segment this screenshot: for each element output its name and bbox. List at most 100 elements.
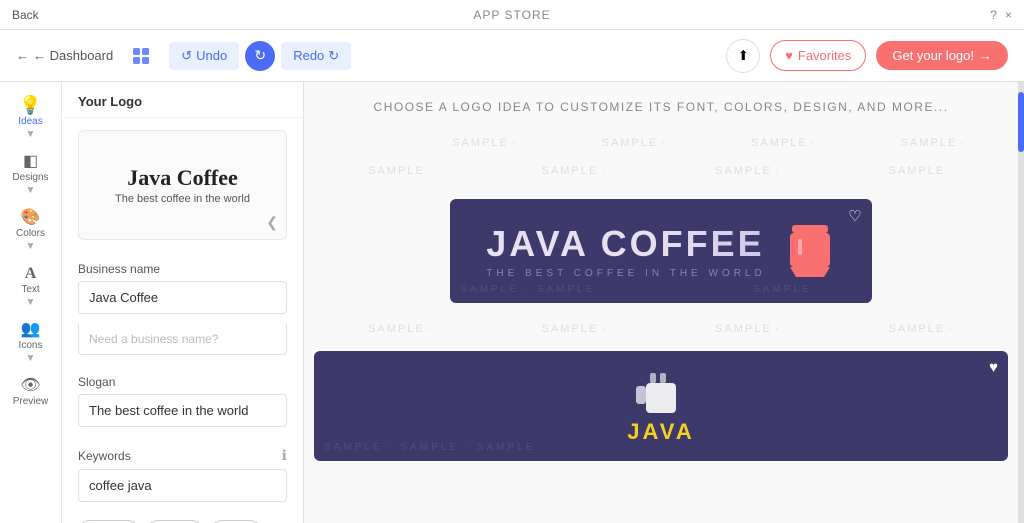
text-icon: A	[25, 266, 37, 282]
undo-button[interactable]: ↺ Undo	[169, 42, 239, 70]
dashboard-label: ← Dashboard	[33, 48, 113, 63]
sidebar-icons: 💡 Ideas ▼ ◧ Designs ▼ 🎨 Colors ▼ A Text …	[0, 82, 62, 523]
slogan-section: Slogan	[62, 365, 303, 437]
sample-item: SAMPLE ·	[751, 137, 816, 149]
logo-preview-title: Java Coffee	[127, 165, 238, 191]
colors-label: Colors	[16, 228, 45, 239]
content-area[interactable]: CHOOSE A LOGO IDEA TO CUSTOMIZE ITS FONT…	[304, 82, 1018, 523]
colors-arrow: ▼	[26, 241, 36, 252]
icons-arrow: ▼	[26, 353, 36, 364]
main-header: ← ← Dashboard ↺ Undo ↻ Redo ↻ ⬆	[0, 30, 1024, 82]
sample-item: SAMPLE ·	[715, 323, 780, 335]
content-header: CHOOSE A LOGO IDEA TO CUSTOMIZE ITS FONT…	[304, 82, 1018, 124]
keywords-input[interactable]	[78, 469, 287, 502]
top-bar: Back APP STORE ? ×	[0, 0, 1024, 30]
text-arrow: ▼	[26, 297, 36, 308]
business-name-placeholder-input[interactable]	[78, 324, 287, 355]
back-link[interactable]: Back	[12, 8, 39, 22]
preview-icon: 👁	[20, 378, 40, 394]
heart-icon: ♥	[785, 48, 793, 63]
favorites-label: Favorites	[798, 48, 851, 63]
sample-item: SAMPLE ·	[602, 137, 667, 149]
sample-row-1: ♡ SAMPLE · SAMPLE · SAMPLE · SAMPLE ·	[314, 128, 1008, 157]
preview-label: Preview	[13, 396, 49, 407]
sample-row-3: SAMPLE · SAMPLE · SAMPLE · SAMPLE ·	[314, 315, 1008, 343]
favorites-button[interactable]: ♥ Favorites	[770, 40, 866, 71]
sidebar-item-preview[interactable]: 👁 Preview	[4, 372, 58, 413]
sample-rows-top: ♡ SAMPLE · SAMPLE · SAMPLE · SAMPLE · SA…	[304, 124, 1018, 189]
sidebar-item-text[interactable]: A Text ▼	[4, 260, 58, 314]
slogan-label: Slogan	[78, 375, 287, 389]
share-button[interactable]: ⬆	[726, 39, 760, 73]
sample-watermark-right: SAMPLE	[753, 284, 812, 295]
colors-icon: 🎨	[21, 210, 41, 226]
sidebar-item-designs[interactable]: ◧ Designs ▼	[4, 148, 58, 202]
toolbar: ↺ Undo ↻ Redo ↻	[169, 41, 351, 71]
your-logo-label: Your Logo	[78, 94, 142, 109]
icons-label: Icons	[19, 340, 43, 351]
redo-icon: ↻	[328, 48, 339, 64]
undo-icon: ↺	[181, 48, 192, 64]
redo-button[interactable]: Redo ↻	[281, 42, 351, 70]
help-button[interactable]: ?	[990, 8, 997, 22]
featured-subtitle: THE BEST COFFEE IN THE WORLD	[486, 268, 765, 279]
undo-label: Undo	[196, 48, 227, 63]
sample-item: SAMPLE ·	[452, 137, 517, 149]
your-logo-header: Your Logo	[62, 82, 303, 118]
close-button[interactable]: ×	[1005, 8, 1012, 22]
sample-watermark-left: SAMPLE · SAMPLE	[460, 284, 595, 295]
redo-label: Redo	[293, 48, 324, 63]
arrow-right-icon: →	[979, 48, 992, 63]
sample-item: ♡	[356, 136, 368, 149]
left-panel: Your Logo Java Coffee The best coffee in…	[62, 82, 304, 523]
app-logo-icon	[125, 40, 157, 72]
ideas-arrow: ▼	[26, 129, 36, 140]
keywords-info-icon[interactable]: ℹ	[282, 447, 287, 464]
get-logo-button[interactable]: Get your logo! →	[876, 41, 1008, 70]
sample-item: SAMPLE ·	[542, 165, 607, 177]
right-scrollbar[interactable]	[1018, 82, 1024, 523]
chevron-down-icon: ❮	[266, 214, 278, 231]
arrow-left-icon: ←	[16, 48, 29, 63]
featured-title: JAVA COFFEE	[486, 223, 765, 265]
keyword-tags-row: mocha cocoa drink caffein	[62, 512, 303, 523]
main-content: 💡 Ideas ▼ ◧ Designs ▼ 🎨 Colors ▼ A Text …	[0, 82, 1024, 523]
sample-item: SAMPLE ·	[889, 165, 954, 177]
keywords-section: Keywords ℹ	[62, 437, 303, 512]
dashboard-link[interactable]: ← ← Dashboard	[16, 48, 113, 63]
sample-item: SAMPLE ·	[368, 323, 433, 335]
app-store-label: APP STORE	[473, 8, 550, 22]
sample-item: SAMPLE ·	[889, 323, 954, 335]
designs-label: Designs	[12, 172, 48, 183]
bottom-logo-card[interactable]: JAVA ♥ SAMPLE · SAMPLE · SAMPLE	[314, 351, 1008, 461]
featured-logo-area: JAVA COFFEE THE BEST COFFEE IN THE WORLD…	[304, 189, 1018, 311]
sample-item: SAMPLE ·	[715, 165, 780, 177]
featured-logo-card[interactable]: JAVA COFFEE THE BEST COFFEE IN THE WORLD…	[450, 199, 871, 303]
sidebar-item-colors[interactable]: 🎨 Colors ▼	[4, 204, 58, 258]
coffee-cup-icon	[784, 221, 836, 281]
refresh-button[interactable]: ↻	[245, 41, 275, 71]
business-name-input[interactable]	[78, 281, 287, 314]
featured-heart-icon[interactable]: ♡	[848, 207, 861, 225]
bottom-logo-content: JAVA	[627, 368, 694, 445]
bottom-logo-title: JAVA	[627, 419, 694, 445]
sidebar-item-icons[interactable]: 👥 Icons ▼	[4, 316, 58, 370]
text-label: Text	[21, 284, 39, 295]
bottom-sample-watermark: SAMPLE · SAMPLE · SAMPLE	[324, 442, 536, 453]
bottom-heart-icon[interactable]: ♥	[989, 359, 998, 376]
heart-outline-icon: ♡	[356, 136, 368, 149]
business-name-label: Business name	[78, 262, 287, 276]
featured-logo-text: JAVA COFFEE THE BEST COFFEE IN THE WORLD	[486, 223, 765, 279]
sidebar-item-ideas[interactable]: 💡 Ideas ▼	[4, 90, 58, 146]
share-icon: ⬆	[738, 48, 749, 64]
designs-icon: ◧	[23, 154, 38, 170]
refresh-icon: ↻	[254, 47, 266, 64]
sample-rows-mid: SAMPLE · SAMPLE · SAMPLE · SAMPLE ·	[304, 311, 1018, 347]
sample-item: SAMPLE ·	[901, 137, 966, 149]
slogan-input[interactable]	[78, 394, 287, 427]
sample-row-2: SAMPLE · SAMPLE · SAMPLE · SAMPLE ·	[314, 157, 1008, 185]
scrollbar-thumb[interactable]	[1018, 92, 1024, 152]
ideas-label: Ideas	[18, 116, 42, 127]
ideas-icon: 💡	[19, 96, 41, 114]
logo-preview-subtitle: The best coffee in the world	[115, 193, 250, 205]
